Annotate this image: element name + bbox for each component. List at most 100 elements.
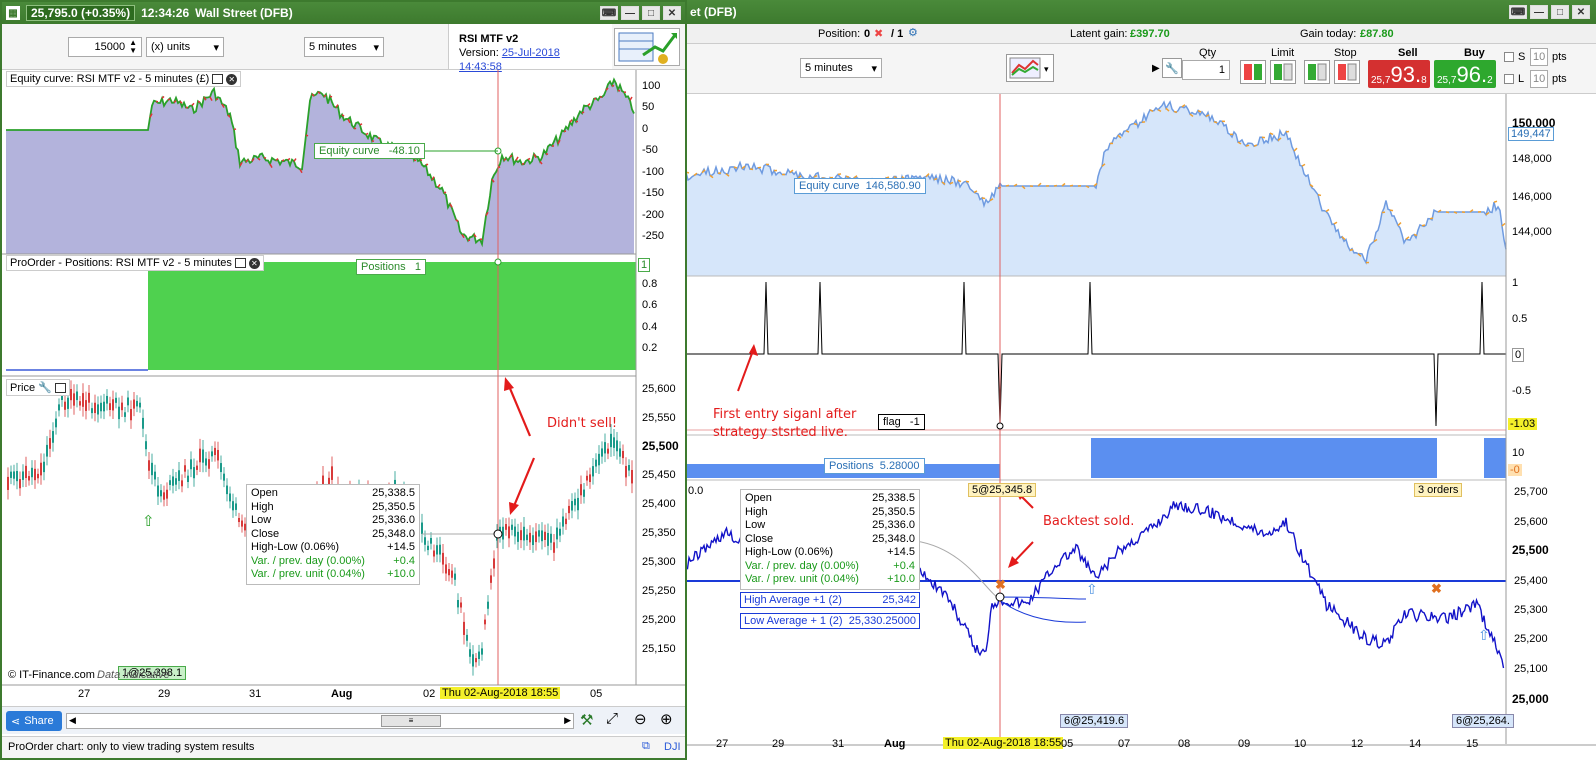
timeframe-select[interactable]: 5 minutes ▾ xyxy=(800,58,882,78)
positions-tick-2: 0.4 xyxy=(642,321,658,333)
zoom-in-icon[interactable]: ⊕ xyxy=(660,710,673,728)
right-price-tick-1: 25,600 xyxy=(1514,516,1548,528)
flag-tick-0: 1 xyxy=(1512,277,1519,289)
price-tick-4: 25,400 xyxy=(642,498,676,510)
maximize-icon[interactable]: □ xyxy=(642,6,660,20)
chevron-down-icon: ▾ xyxy=(373,41,379,54)
position-label: Position: xyxy=(818,28,861,40)
right-x-highlight: Thu 02-Aug-2018 18:55 xyxy=(943,737,1064,749)
qty-input[interactable]: 1 xyxy=(1182,60,1230,80)
close-icon[interactable]: ✕ xyxy=(663,6,681,20)
right-title-bar: et (DFB) ⌨ — □ ✕ xyxy=(686,0,1596,24)
s-pts-input[interactable]: 10 xyxy=(1530,48,1548,66)
price-tick-3: 25,450 xyxy=(642,469,676,481)
system-info: RSI MTF v2 Version: 25-Jul-2018 14:43:58 xyxy=(448,24,612,73)
link-icon[interactable]: ⧉ xyxy=(642,740,650,753)
right-equity-tick-3: 146,000 xyxy=(1512,191,1552,203)
equity-label-box: Equity curve -48.10 xyxy=(314,143,425,159)
panel-close-icon[interactable]: ✕ xyxy=(226,73,238,85)
horizontal-scrollbar[interactable]: ◀ ≡ ▶ xyxy=(66,713,574,729)
flag-tick-current: -1.03 xyxy=(1508,418,1538,430)
wrench-icon[interactable]: 🔧 xyxy=(1162,58,1182,78)
right-equity-tick-4: 144,000 xyxy=(1512,226,1552,238)
position-value: 0 xyxy=(864,28,871,40)
limit-checkbox[interactable] xyxy=(1504,74,1514,84)
right-price-tick-2: 25,500 xyxy=(1512,543,1549,557)
panel-window-icon[interactable] xyxy=(234,258,246,268)
maximize-icon[interactable]: □ xyxy=(1551,5,1569,19)
flag-tick-3: -0.5 xyxy=(1512,385,1531,397)
position-total: / 1 xyxy=(891,28,904,40)
right-x-tick-1: 29 xyxy=(772,738,785,750)
annotation-arrow-down xyxy=(512,457,536,507)
left-toolbar: 15000 ▲ ▼ (x) units ▾ 5 minutes ▾ RSI MTF v2… xyxy=(2,24,685,73)
expand-arrow-icon[interactable]: ▶ xyxy=(1152,48,1162,88)
price-marker xyxy=(493,529,503,539)
zoom-fit-icon[interactable]: ⤢ xyxy=(606,710,618,727)
proorder-icon[interactable] xyxy=(614,28,680,66)
stop-buy-icon[interactable] xyxy=(1304,60,1330,84)
flag-tick-2: 0 xyxy=(1512,348,1525,362)
timeframe-select[interactable]: 5 minutes ▾ xyxy=(304,37,384,57)
chart-indicator-icon: ▾ xyxy=(1009,57,1049,79)
minimize-icon[interactable]: — xyxy=(621,6,639,20)
panel-close-icon[interactable]: ✕ xyxy=(248,257,260,269)
positions-tick-1: 0.6 xyxy=(642,299,658,311)
panel-window-icon[interactable] xyxy=(212,74,224,84)
x-tick-1: 29 xyxy=(158,688,171,700)
positions-tick-0: 0.8 xyxy=(642,278,658,290)
wrench-icon[interactable]: 🔧 xyxy=(38,381,52,394)
right-title-text: et (DFB) xyxy=(690,5,737,19)
close-position-icon[interactable]: ✖ xyxy=(874,27,883,40)
scroll-thumb[interactable]: ≡ xyxy=(381,715,441,727)
l-pts-input[interactable]: 10 xyxy=(1530,70,1548,88)
equity-tick-4: -100 xyxy=(642,166,665,178)
annotation-arrowhead-up xyxy=(504,377,514,391)
annotation-arrow-up xyxy=(507,385,532,437)
stepper-icon[interactable]: ▲ ▼ xyxy=(129,39,137,55)
low-average-box: Low Average + 1 (2) 25,330.25000 xyxy=(740,613,920,629)
positions-bar-3 xyxy=(1484,438,1506,478)
chevron-down-icon: ▾ xyxy=(213,41,219,54)
title-time: 12:34:26 xyxy=(141,6,190,20)
price-tick-2: 25,500 xyxy=(642,439,679,453)
qty-input[interactable]: 15000 ▲ ▼ xyxy=(68,37,142,57)
zoom-out-icon[interactable]: ⊖ xyxy=(634,710,647,728)
x-tick-0: 27 xyxy=(78,688,91,700)
dji-label[interactable]: DJI xyxy=(664,741,681,753)
keyboard-icon[interactable]: ⌨ xyxy=(600,6,618,20)
right-x-tick-0: 27 xyxy=(716,738,729,750)
latent-gain-value: £397.70 xyxy=(1130,28,1170,40)
units-select[interactable]: (x) units ▾ xyxy=(146,37,224,57)
stop-checkbox[interactable] xyxy=(1504,52,1514,62)
share-button[interactable]: ⋖ Share xyxy=(6,711,62,731)
panel-window-icon[interactable] xyxy=(54,382,66,393)
limit-buy-icon[interactable] xyxy=(1240,60,1266,84)
sell-x-marker-2: ✖ xyxy=(1431,581,1442,596)
right-price-tick-6: 25,100 xyxy=(1514,663,1548,675)
right-positions-label-box: Positions 5.28000 xyxy=(824,458,925,474)
left-chart-area[interactable]: ⇧ xyxy=(2,70,685,710)
buy-button[interactable]: 25,7 96. 2 xyxy=(1434,60,1496,88)
scroll-right-icon[interactable]: ▶ xyxy=(564,715,571,726)
chart-settings-icon[interactable]: ⚒ xyxy=(580,711,593,729)
gear-icon[interactable]: ⚙ xyxy=(908,26,918,39)
sell-button[interactable]: 25,7 93. 8 xyxy=(1368,60,1430,88)
right-x-tick-4: 05 xyxy=(1061,738,1074,750)
sell-label: Sell xyxy=(1398,47,1418,59)
indicator-button[interactable]: ▾ xyxy=(1006,54,1054,82)
right-ohlc-box: Open 25,338.5 High 25,350.5 Low 25,336.0 Cl… xyxy=(740,489,920,590)
s-pts-label: pts xyxy=(1552,51,1567,63)
close-icon[interactable]: ✕ xyxy=(1572,5,1590,19)
equity-fill xyxy=(6,79,634,254)
right-equity-current: 149,447 xyxy=(1508,127,1554,141)
limit-sell-icon[interactable] xyxy=(1270,60,1296,84)
right-equity-tick-2: 148,000 xyxy=(1512,153,1552,165)
right-x-tick-9: 12 xyxy=(1351,738,1364,750)
keyboard-icon[interactable]: ⌨ xyxy=(1509,5,1527,19)
gain-today-value: £87.80 xyxy=(1360,28,1394,40)
stop-sell-icon[interactable] xyxy=(1334,60,1360,84)
minimize-icon[interactable]: — xyxy=(1530,5,1548,19)
l-pts-label: pts xyxy=(1552,73,1567,85)
scroll-left-icon[interactable]: ◀ xyxy=(69,715,76,726)
